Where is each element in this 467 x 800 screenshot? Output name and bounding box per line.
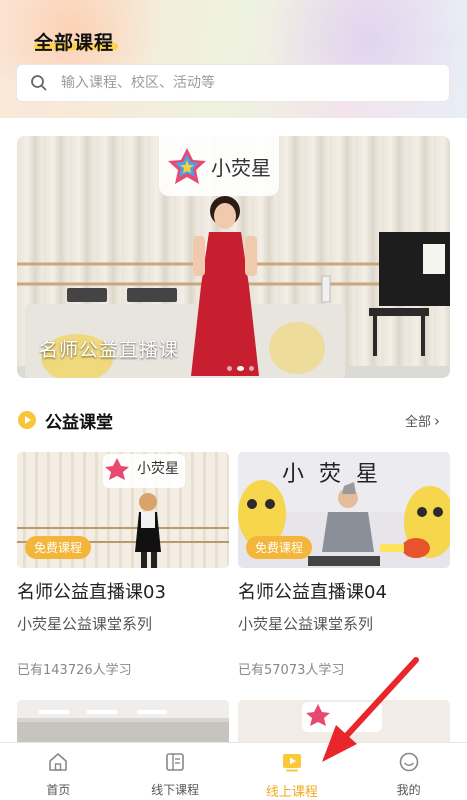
free-badge: 免费课程 [246,536,313,559]
course-title: 名师公益直播课04 [238,582,387,603]
chevron-right-icon: › [434,411,440,430]
brand-logo: 小荧星 [159,136,279,196]
page-title: 全部课程 [34,32,115,54]
banner-carousel[interactable]: 小荧星 名师公益直播课 [17,136,450,378]
tab-offline-courses[interactable]: 线下课程 [117,743,234,800]
bottom-tab-bar: 首页 线下课程 线上课程 我的 [0,742,467,800]
section-header: 公益课堂 全部 › [17,405,450,435]
home-icon [47,751,69,777]
course-card-partial[interactable] [17,700,229,742]
banner-title: 名师公益直播课 [39,339,180,361]
logo-text: 小荧星 [211,155,271,180]
section-title: 公益课堂 [45,412,113,433]
course-subtitle: 小荧星公益课堂系列 [238,615,374,633]
offline-course-icon [164,751,186,777]
tab-label: 首页 [46,783,71,797]
play-icon [17,410,37,430]
view-all-link[interactable]: 全部 › [404,411,440,431]
tab-label: 线上课程 [265,785,318,800]
learner-count: 已有57073人学习 [238,663,345,678]
search-input[interactable] [61,75,421,91]
thumbnail-logo-text: 小荧星 [137,461,179,477]
course-card[interactable]: 小荧星 免费课程 名师公益直播课03 小荧星公益课堂系列 已有143726人学习 [17,452,229,678]
course-subtitle: 小荧星公益课堂系列 [17,615,153,633]
tab-online-courses[interactable]: 线上课程 [234,743,351,800]
search-box[interactable] [16,64,450,102]
carousel-dot [249,366,254,371]
tab-profile[interactable]: 我的 [350,743,467,800]
carousel-indicator [227,366,254,371]
course-title: 名师公益直播课03 [17,582,166,603]
search-icon [17,64,61,102]
carousel-dot [227,366,232,371]
learner-count: 已有143726人学习 [17,663,132,678]
header: 全部课程 [0,0,467,118]
tab-home[interactable]: 首页 [0,743,117,800]
online-course-icon [281,751,303,777]
free-badge: 免费课程 [25,536,92,559]
view-all-label: 全部 [404,415,431,430]
course-thumbnail: 小 荧 星 免费课程 [238,452,450,568]
tab-label: 我的 [396,783,421,797]
course-card[interactable]: 小 荧 星 免费课程 名师公益直播课04 小荧星公益课堂系列 已有57073人学… [238,452,450,678]
carousel-dot-active [237,366,244,371]
tab-label: 线下课程 [151,783,200,797]
annotation-arrow-icon [322,657,419,762]
profile-icon [398,751,420,777]
course-card-partial[interactable] [238,700,450,742]
thumbnail-logo-text: 小 荧 星 [282,462,382,487]
course-thumbnail: 小荧星 免费课程 [17,452,229,568]
